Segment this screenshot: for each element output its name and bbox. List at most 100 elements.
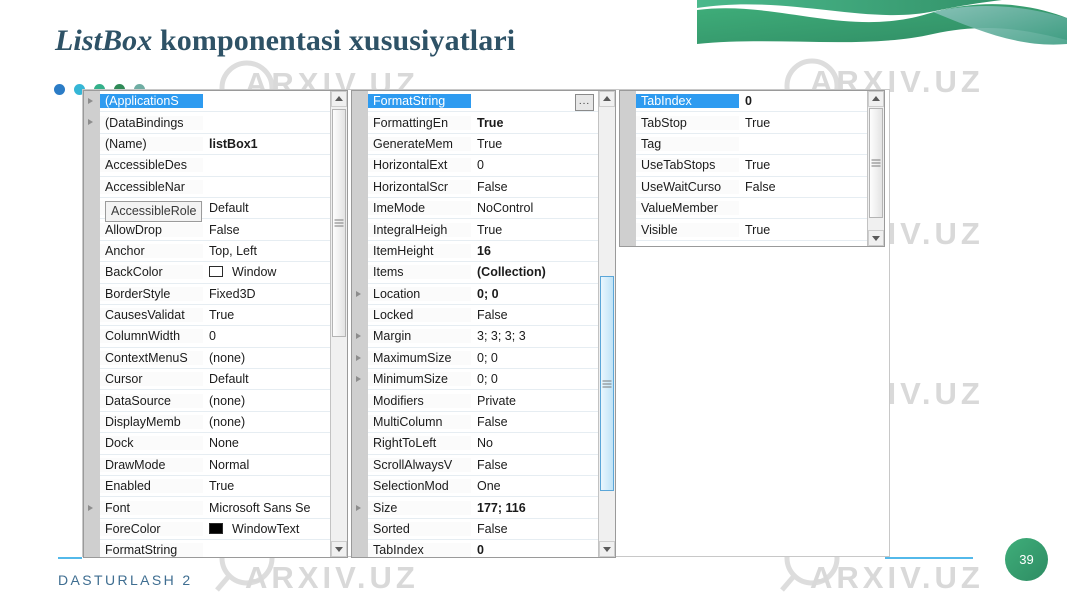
property-value[interactable]: WindowText — [203, 522, 330, 536]
property-row[interactable]: FormattingEn True — [368, 112, 598, 134]
property-value[interactable]: 0; 0 — [471, 350, 598, 365]
property-value[interactable]: None — [203, 436, 330, 451]
property-row[interactable]: TabIndex 0 — [368, 540, 598, 557]
expand-triangle-icon[interactable] — [356, 290, 361, 297]
property-row[interactable]: ForeColor WindowText — [100, 519, 330, 541]
property-row[interactable]: Sorted False — [368, 519, 598, 541]
property-row[interactable]: Locked False — [368, 305, 598, 327]
property-row[interactable]: MaximumSize 0; 0 — [368, 348, 598, 370]
property-row[interactable]: CausesValidat True — [100, 305, 330, 327]
property-value[interactable]: Window — [203, 265, 330, 280]
property-value[interactable]: 0; 0 — [471, 372, 598, 387]
expand-triangle-icon[interactable] — [356, 504, 361, 511]
property-row[interactable]: Tag — [636, 134, 867, 156]
scroll-up-arrow-icon[interactable] — [599, 91, 615, 107]
property-value[interactable]: 16 — [471, 243, 598, 258]
scroll-down-arrow-icon[interactable] — [599, 541, 615, 557]
property-value[interactable]: True — [203, 479, 330, 494]
property-row[interactable]: Size 177; 116 — [368, 497, 598, 519]
property-row[interactable]: FormatString — [100, 540, 330, 557]
property-row[interactable]: Items (Collection) — [368, 262, 598, 284]
property-value[interactable]: False — [739, 179, 867, 194]
expand-triangle-icon[interactable] — [356, 376, 361, 383]
property-value[interactable]: Default — [203, 201, 330, 216]
expand-triangle-icon[interactable] — [356, 333, 361, 340]
property-row[interactable]: Margin 3; 3; 3; 3 — [368, 326, 598, 348]
property-row[interactable]: DisplayMemb (none) — [100, 412, 330, 434]
property-row[interactable]: Location 0; 0 — [368, 284, 598, 305]
property-value[interactable]: Microsoft Sans Se — [203, 500, 330, 515]
property-value[interactable]: True — [739, 115, 867, 130]
scroll-down-arrow-icon[interactable] — [331, 541, 347, 557]
scrollbar-thumb[interactable] — [600, 276, 614, 491]
property-value[interactable]: False — [471, 308, 598, 323]
property-row[interactable]: TabStop True — [636, 112, 867, 134]
property-value[interactable]: True — [471, 115, 598, 130]
property-value[interactable]: One — [471, 479, 598, 494]
property-row[interactable]: ScrollAlwaysV False — [368, 455, 598, 477]
property-row[interactable]: HorizontalExt 0 — [368, 155, 598, 177]
property-value[interactable]: True — [739, 222, 867, 237]
property-value[interactable]: Private — [471, 393, 598, 408]
property-row[interactable]: ImeMode NoControl — [368, 198, 598, 220]
property-value[interactable]: listBox1 — [203, 136, 330, 151]
property-value[interactable]: 0 — [471, 543, 598, 557]
vertical-scrollbar[interactable] — [330, 91, 347, 557]
property-row[interactable]: GenerateMem True — [368, 134, 598, 156]
property-row[interactable]: Modifiers Private — [368, 390, 598, 412]
property-grid-right[interactable]: TabIndex 0 TabStop True Tag UseTabStops True Us… — [619, 90, 885, 247]
vertical-scrollbar[interactable] — [867, 91, 884, 246]
property-value[interactable]: 3; 3; 3; 3 — [471, 329, 598, 344]
scroll-up-arrow-icon[interactable] — [331, 91, 347, 107]
ellipsis-browse-button[interactable]: ... — [575, 94, 594, 111]
property-value[interactable]: True — [471, 222, 598, 237]
property-row[interactable]: AllowDrop False — [100, 219, 330, 241]
property-row[interactable]: DataSource (none) — [100, 390, 330, 412]
property-value[interactable]: False — [471, 522, 598, 536]
property-value[interactable]: True — [471, 136, 598, 151]
property-row[interactable]: Dock None — [100, 433, 330, 455]
property-value[interactable]: (none) — [203, 415, 330, 430]
property-row[interactable]: Visible True — [636, 219, 867, 241]
property-value[interactable]: False — [471, 457, 598, 472]
property-value[interactable]: 0 — [471, 158, 598, 173]
property-value[interactable]: (none) — [203, 350, 330, 365]
property-row[interactable]: Enabled True — [100, 476, 330, 498]
property-grid-left[interactable]: (ApplicationS (DataBindings (Name) listBox1… — [83, 90, 348, 558]
scrollbar-thumb[interactable] — [332, 109, 346, 337]
property-row[interactable]: FormatString — [368, 91, 598, 113]
property-value[interactable]: False — [471, 179, 598, 194]
property-row[interactable]: ContextMenuS (none) — [100, 348, 330, 370]
property-row[interactable]: BorderStyle Fixed3D — [100, 284, 330, 305]
expand-triangle-icon[interactable] — [356, 354, 361, 361]
property-row[interactable]: SelectionMod One — [368, 476, 598, 498]
property-row[interactable]: AccessibleNar — [100, 177, 330, 198]
property-row[interactable]: MultiColumn False — [368, 412, 598, 434]
property-row[interactable]: RightToLeft No — [368, 433, 598, 455]
scroll-down-arrow-icon[interactable] — [868, 230, 884, 246]
property-row[interactable]: TabIndex 0 — [636, 91, 867, 113]
property-row[interactable]: Anchor Top, Left — [100, 241, 330, 263]
property-value[interactable]: True — [203, 308, 330, 323]
property-row[interactable]: HorizontalScr False — [368, 177, 598, 198]
property-row[interactable]: (DataBindings — [100, 112, 330, 134]
expand-triangle-icon[interactable] — [88, 504, 93, 511]
property-row[interactable]: ItemHeight 16 — [368, 241, 598, 263]
property-value[interactable]: 177; 116 — [471, 500, 598, 515]
property-row[interactable]: BackColor Window — [100, 262, 330, 284]
property-row[interactable]: ColumnWidth 0 — [100, 326, 330, 348]
property-row[interactable]: Cursor Default — [100, 369, 330, 391]
property-value[interactable]: False — [203, 222, 330, 237]
property-row[interactable]: UseWaitCurso False — [636, 177, 867, 198]
vertical-scrollbar[interactable] — [598, 91, 615, 557]
property-value[interactable]: (Collection) — [471, 265, 598, 280]
property-value[interactable]: Default — [203, 372, 330, 387]
property-row[interactable]: IntegralHeigh True — [368, 219, 598, 241]
scroll-up-arrow-icon[interactable] — [868, 91, 884, 107]
property-value[interactable]: 0; 0 — [471, 286, 598, 301]
property-value[interactable]: 0 — [739, 94, 867, 109]
property-row[interactable]: MinimumSize 0; 0 — [368, 369, 598, 391]
property-value[interactable]: (none) — [203, 393, 330, 408]
property-value[interactable]: Top, Left — [203, 243, 330, 258]
property-value[interactable]: Fixed3D — [203, 286, 330, 301]
